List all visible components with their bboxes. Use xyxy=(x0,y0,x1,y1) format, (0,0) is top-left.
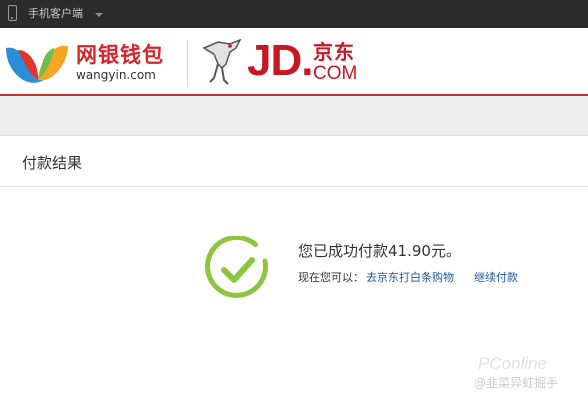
next-actions: 现在您可以： 去京东打白条购物 继续付款 xyxy=(298,270,518,286)
brand-header: 网银钱包 wangyin.com JD. 京东 COM xyxy=(0,28,588,96)
continue-payment-link[interactable]: 继续付款 xyxy=(474,271,518,284)
wangyin-name: 网银钱包 xyxy=(76,42,164,67)
top-bar: 手机客户端 xyxy=(0,0,588,28)
success-check-icon xyxy=(205,236,268,298)
jd-logo-com: COM xyxy=(313,63,358,84)
wangyin-logo-icon xyxy=(6,45,68,83)
jd-logo-chinese: 京东 xyxy=(313,40,355,64)
chevron-down-icon[interactable] xyxy=(95,13,103,17)
panel-divider xyxy=(0,186,588,187)
next-actions-prompt: 现在您可以： xyxy=(298,271,364,284)
jd-dog-logo-icon xyxy=(202,38,242,85)
watermark-author: @韭菜异虹掘手 xyxy=(474,376,559,390)
go-shop-link[interactable]: 去京东打白条购物 xyxy=(366,271,454,284)
wangyin-domain: wangyin.com xyxy=(76,68,156,82)
logo-divider xyxy=(187,40,188,86)
panel-title: 付款结果 xyxy=(22,154,83,172)
mobile-client-label[interactable]: 手机客户端 xyxy=(28,6,83,22)
watermark-site: PConline xyxy=(478,354,547,373)
jd-logo-text: JD. xyxy=(247,36,313,85)
mobile-phone-icon[interactable] xyxy=(8,5,17,21)
success-message: 您已成功付款41.90元。 xyxy=(298,242,461,260)
